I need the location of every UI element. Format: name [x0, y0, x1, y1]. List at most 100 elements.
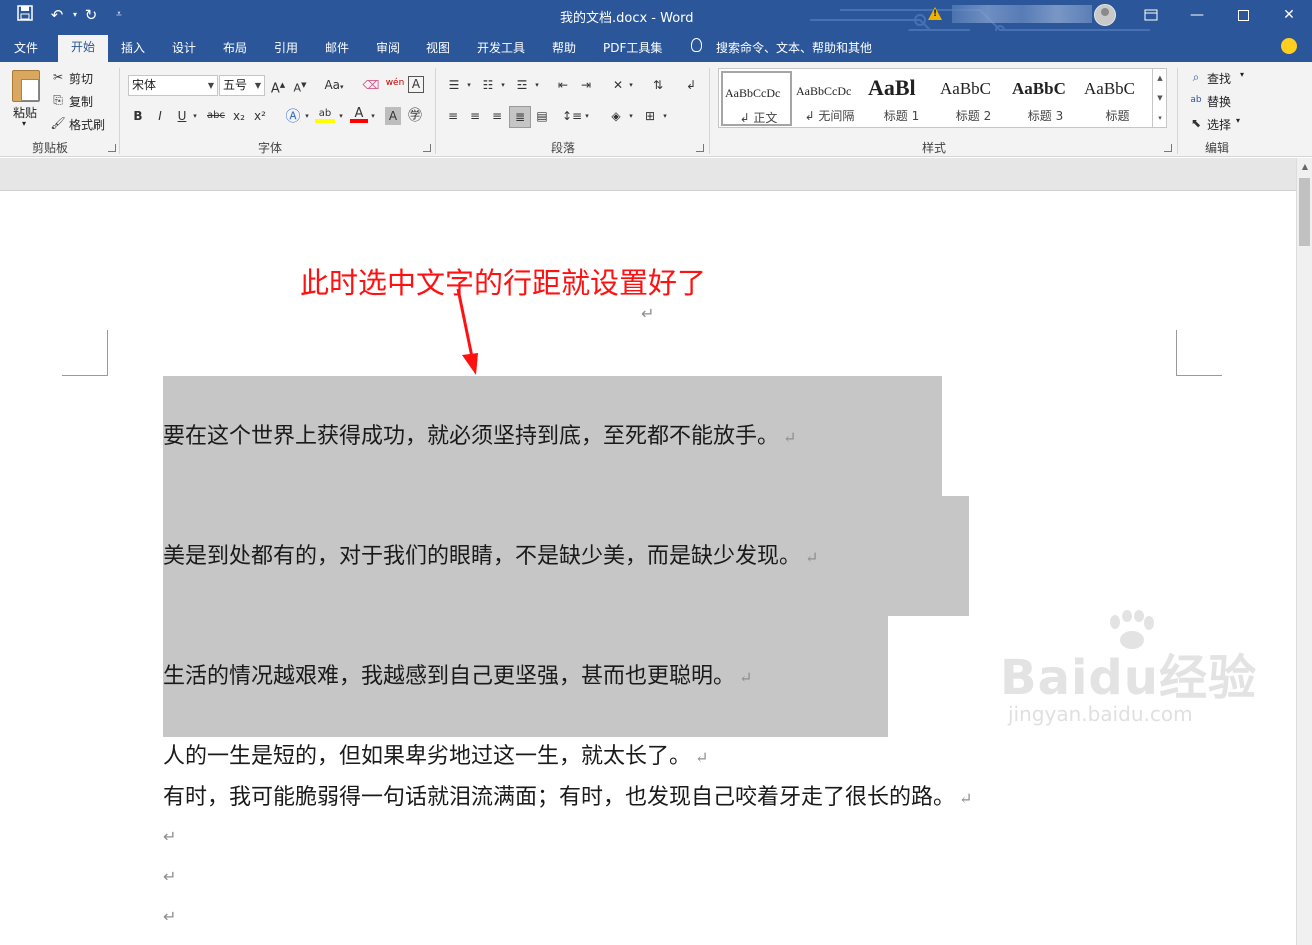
borders-icon[interactable]: ⊞ [640, 107, 660, 125]
scrollbar-thumb[interactable] [1299, 178, 1310, 246]
select-button[interactable]: 选择 [1207, 116, 1231, 133]
tell-me-search[interactable]: 搜索命令、文本、帮助和其他 [716, 39, 872, 56]
scroll-up-icon[interactable]: ▲ [1297, 162, 1312, 171]
document-page[interactable]: 此时选中文字的行距就设置好了 ↵ 要在这个世界上获得成功，就必须坚持到底，至死都… [0, 192, 1296, 945]
change-case-button[interactable]: Aa▾ [320, 76, 348, 94]
sort-icon[interactable]: ⇅ [648, 76, 668, 94]
feedback-smiley-icon[interactable] [1281, 38, 1297, 54]
text-effects-dropdown-icon[interactable]: ▾ [302, 107, 312, 125]
font-launcher-icon[interactable] [423, 144, 431, 152]
style-heading-1[interactable]: AaBl 标题 1 [866, 71, 937, 126]
paragraph-launcher-icon[interactable] [696, 144, 704, 152]
line-spacing-dropdown-icon[interactable]: ▾ [582, 107, 592, 125]
bullets-icon[interactable]: ☰ [444, 76, 464, 94]
font-size-combo[interactable]: 五号 ▼ [219, 75, 265, 96]
tab-layout[interactable]: 布局 [223, 39, 247, 56]
line-spacing-icon[interactable]: ↕≡ [562, 107, 582, 125]
numbering-icon[interactable]: ☷ [478, 76, 498, 94]
phonetic-guide-button[interactable]: wén [384, 74, 406, 92]
style-heading-3[interactable]: AaBbC 标题 3 [1010, 71, 1081, 126]
format-painter-button[interactable]: 格式刷 [69, 116, 105, 133]
redo-icon[interactable]: ↻ [80, 5, 102, 25]
grow-font-button[interactable]: A▲ [270, 76, 286, 96]
paragraph-line[interactable]: 要在这个世界上获得成功，就必须坚持到底，至死都不能放手。 ↵ [163, 423, 796, 452]
shading-dropdown-icon[interactable]: ▾ [626, 107, 636, 125]
shading-icon[interactable]: ◈ [606, 107, 626, 125]
find-dropdown-icon[interactable]: ▾ [1240, 70, 1244, 79]
gallery-more-icon[interactable]: ▾ [1153, 108, 1167, 128]
distributed-icon[interactable]: ▤ [533, 107, 551, 125]
tab-help[interactable]: 帮助 [552, 39, 576, 56]
increase-indent-icon[interactable]: ⇥ [576, 76, 596, 94]
tab-home[interactable]: 开始 [58, 35, 108, 62]
avatar[interactable] [1094, 4, 1116, 26]
align-center-icon[interactable]: ≡ [466, 107, 484, 125]
underline-button[interactable]: U [174, 107, 190, 125]
maximize-icon[interactable] [1220, 0, 1266, 31]
warning-icon[interactable]: ! [928, 7, 942, 20]
cut-button[interactable]: 剪切 [69, 70, 93, 87]
paragraph-line[interactable]: 人的一生是短的，但如果卑劣地过这一生，就太长了。 ↵ [163, 743, 708, 772]
multilevel-dropdown-icon[interactable]: ▾ [532, 76, 542, 94]
italic-button[interactable]: I [152, 107, 168, 125]
text-effects-icon[interactable]: Ⓐ [283, 107, 303, 125]
font-color-icon[interactable]: A [350, 105, 368, 123]
font-color-dropdown-icon[interactable]: ▾ [368, 107, 378, 125]
style-no-spacing[interactable]: AaBbCcDc ↲ 无间隔 [794, 71, 865, 126]
bullets-dropdown-icon[interactable]: ▾ [464, 76, 474, 94]
paste-dropdown-icon[interactable]: ▾ [22, 119, 26, 128]
font-name-combo[interactable]: 宋体 ▼ [128, 75, 218, 96]
save-icon[interactable] [14, 5, 36, 25]
superscript-button[interactable]: x² [252, 107, 268, 125]
highlight-dropdown-icon[interactable]: ▾ [336, 107, 346, 125]
paragraph-line[interactable]: 有时，我可能脆弱得一句话就泪流满面；有时，也发现自己咬着牙走了很长的路。 ↵ [163, 784, 972, 813]
enclose-characters-icon[interactable]: ㊫ [406, 107, 424, 125]
vertical-scrollbar[interactable]: ▲ [1296, 158, 1312, 945]
borders-dropdown-icon[interactable]: ▾ [660, 107, 670, 125]
styles-launcher-icon[interactable] [1164, 144, 1172, 152]
copy-button[interactable]: 复制 [69, 93, 93, 110]
character-border-icon[interactable]: A [408, 76, 424, 93]
tab-review[interactable]: 审阅 [376, 39, 400, 56]
style-title[interactable]: AaBbC 标题 [1082, 71, 1153, 126]
multilevel-list-icon[interactable]: ☲ [512, 76, 532, 94]
highlight-icon[interactable]: ab [315, 105, 335, 123]
minimize-icon[interactable]: — [1174, 0, 1220, 31]
tab-mailings[interactable]: 邮件 [325, 39, 349, 56]
gallery-up-icon[interactable]: ▲ [1153, 68, 1167, 88]
customize-quick-access-icon[interactable]: ⩡ [108, 5, 130, 25]
ribbon-display-icon[interactable] [1128, 0, 1174, 31]
replace-button[interactable]: 替换 [1207, 93, 1231, 110]
shrink-font-button[interactable]: A▼ [292, 76, 308, 95]
paragraph-line[interactable]: 美是到处都有的，对于我们的眼睛，不是缺少美，而是缺少发现。 ↵ [163, 543, 818, 572]
tab-insert[interactable]: 插入 [121, 39, 145, 56]
chinese-layout-icon[interactable]: ✕ [608, 76, 628, 94]
decrease-indent-icon[interactable]: ⇤ [553, 76, 573, 94]
underline-dropdown-icon[interactable]: ▾ [190, 107, 200, 125]
clipboard-launcher-icon[interactable] [108, 144, 116, 152]
tab-pdf-tools[interactable]: PDF工具集 [603, 39, 662, 56]
tab-developer[interactable]: 开发工具 [477, 39, 525, 56]
tab-design[interactable]: 设计 [172, 39, 196, 56]
align-left-icon[interactable]: ≡ [444, 107, 462, 125]
show-marks-icon[interactable]: ↲ [683, 76, 699, 94]
numbering-dropdown-icon[interactable]: ▾ [498, 76, 508, 94]
tab-view[interactable]: 视图 [426, 39, 450, 56]
style-normal[interactable]: AaBbCcDc ↲ 正文 [721, 71, 792, 126]
chinese-layout-dropdown-icon[interactable]: ▾ [626, 76, 636, 94]
close-icon[interactable]: ✕ [1266, 0, 1312, 31]
clear-formatting-icon[interactable]: ⌫ [362, 76, 380, 94]
align-right-icon[interactable]: ≡ [488, 107, 506, 125]
bold-button[interactable]: B [130, 107, 146, 125]
tab-references[interactable]: 引用 [274, 39, 298, 56]
paragraph-line[interactable]: 生活的情况越艰难，我越感到自己更坚强，甚而也更聪明。 ↵ [163, 663, 752, 692]
justify-icon[interactable]: ≣ [509, 106, 531, 128]
strikethrough-button[interactable]: abc [204, 107, 228, 125]
subscript-button[interactable]: x₂ [231, 107, 247, 125]
gallery-down-icon[interactable]: ▼ [1153, 88, 1167, 108]
tab-file[interactable]: 文件 [14, 39, 38, 56]
find-button[interactable]: 查找 [1207, 70, 1231, 87]
style-heading-2[interactable]: AaBbC 标题 2 [938, 71, 1009, 126]
paste-icon[interactable] [12, 70, 40, 102]
character-shading-icon[interactable]: A [385, 107, 401, 125]
